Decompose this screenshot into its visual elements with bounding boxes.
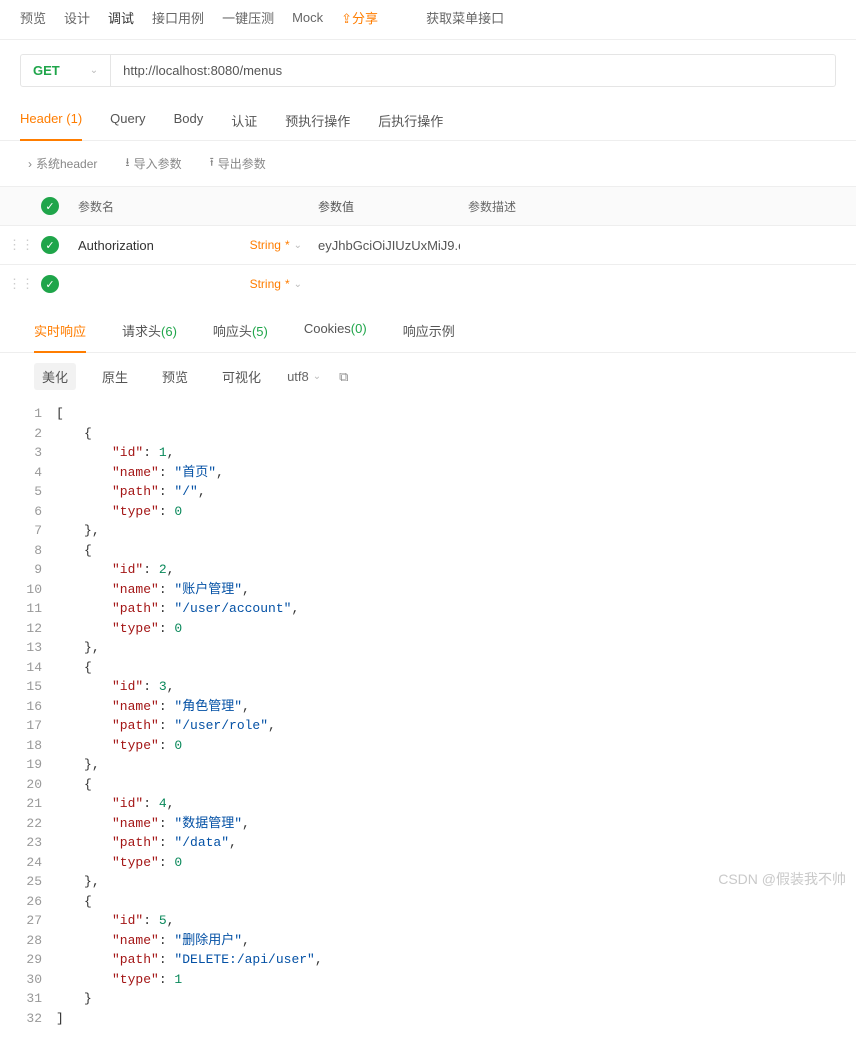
param-table: ✓ 参数名 参数值 参数描述 ⋮⋮ ✓ Authorization String… (0, 186, 856, 303)
download-icon: ⭳ (125, 153, 129, 174)
response-body: 1234567891011121314151617181920212223242… (0, 400, 856, 1038)
url-row: GET ⌄ http://localhost:8080/menus (0, 40, 856, 101)
encoding-select[interactable]: utf8 ⌄ (287, 369, 321, 384)
tab-resp-headers[interactable]: 响应头(5) (213, 309, 268, 352)
row-check[interactable]: ✓ (41, 275, 59, 293)
tab-preview[interactable]: 预览 (20, 8, 46, 27)
tab-example[interactable]: 响应示例 (403, 309, 455, 352)
table-row: ⋮⋮ ✓ Authorization String * ⌄ eyJhbGciOi… (0, 225, 856, 264)
col-name: 参数名 (70, 188, 310, 225)
view-tabs: 美化 原生 预览 可视化 utf8 ⌄ ⧉ (0, 353, 856, 400)
param-value-input[interactable]: eyJhbGciOiJIUzUxMiJ9.eyJ (310, 228, 460, 263)
export-params[interactable]: ⭱ 导出参数 (210, 153, 266, 174)
system-header-toggle[interactable]: ›系统header (28, 153, 97, 174)
tab-cookies[interactable]: Cookies(0) (304, 309, 367, 352)
chevron-down-icon: ⌄ (294, 279, 302, 290)
watermark: CSDN @假装我不帅 (718, 869, 846, 889)
upload-icon: ⭱ (210, 153, 214, 174)
url-input[interactable]: http://localhost:8080/menus (111, 54, 836, 87)
method-label: GET (33, 63, 60, 78)
view-beauty[interactable]: 美化 (34, 363, 76, 390)
sub-actions: ›系统header ⭳ 导入参数 ⭱ 导出参数 (0, 141, 856, 186)
drag-handle-icon[interactable]: ⋮⋮ (0, 266, 30, 302)
param-desc-input[interactable] (460, 235, 856, 255)
drag-handle-icon[interactable]: ⋮⋮ (0, 227, 30, 263)
share-icon: ⇪ (341, 11, 352, 26)
view-raw[interactable]: 原生 (94, 363, 136, 390)
tab-auth[interactable]: 认证 (231, 101, 257, 140)
col-desc: 参数描述 (460, 188, 856, 225)
chevron-down-icon: ⌄ (90, 65, 98, 76)
top-tabs: 预览 设计 调试 接口用例 一键压测 Mock ⇪分享 获取菜单接口 (0, 0, 856, 40)
tab-req-headers[interactable]: 请求头(6) (122, 309, 177, 352)
chevron-down-icon: ⌄ (294, 240, 302, 251)
chevron-down-icon: ⌄ (313, 371, 321, 382)
tab-debug[interactable]: 调试 (108, 8, 134, 27)
tab-header[interactable]: Header (1) (20, 101, 82, 140)
type-select[interactable]: String * ⌄ (250, 277, 302, 291)
method-select[interactable]: GET ⌄ (20, 54, 111, 87)
param-name-input[interactable]: Authorization (78, 238, 154, 253)
tab-query[interactable]: Query (110, 101, 145, 140)
import-params[interactable]: ⭳ 导入参数 (125, 153, 181, 174)
tab-body[interactable]: Body (174, 101, 204, 140)
json-viewer[interactable]: [{"id": 1,"name": "首页","path": "/","type… (56, 404, 856, 1028)
view-preview[interactable]: 预览 (154, 363, 196, 390)
tab-realtime[interactable]: 实时响应 (34, 309, 86, 352)
param-desc-input[interactable] (460, 274, 856, 294)
type-select[interactable]: String * ⌄ (250, 238, 302, 252)
tab-post[interactable]: 后执行操作 (378, 101, 443, 140)
response-tabs: 实时响应 请求头(6) 响应头(5) Cookies(0) 响应示例 (0, 309, 856, 353)
api-title: 获取菜单接口 (426, 8, 504, 27)
chevron-right-icon: › (28, 157, 32, 171)
copy-icon[interactable]: ⧉ (339, 369, 348, 385)
row-check[interactable]: ✓ (41, 236, 59, 254)
table-row: ⋮⋮ ✓ String * ⌄ (0, 264, 856, 303)
share-button[interactable]: ⇪分享 (341, 8, 378, 27)
request-tabs: Header (1) Query Body 认证 预执行操作 后执行操作 (0, 101, 856, 141)
view-visual[interactable]: 可视化 (214, 363, 269, 390)
col-value: 参数值 (310, 188, 460, 225)
tab-design[interactable]: 设计 (64, 8, 90, 27)
tab-mock[interactable]: Mock (292, 10, 323, 25)
tab-cases[interactable]: 接口用例 (152, 8, 204, 27)
tab-pre[interactable]: 预执行操作 (285, 101, 350, 140)
param-value-input[interactable] (310, 274, 460, 294)
line-gutter: 1234567891011121314151617181920212223242… (0, 404, 56, 1028)
tab-loadtest[interactable]: 一键压测 (222, 8, 274, 27)
check-all[interactable]: ✓ (41, 197, 59, 215)
